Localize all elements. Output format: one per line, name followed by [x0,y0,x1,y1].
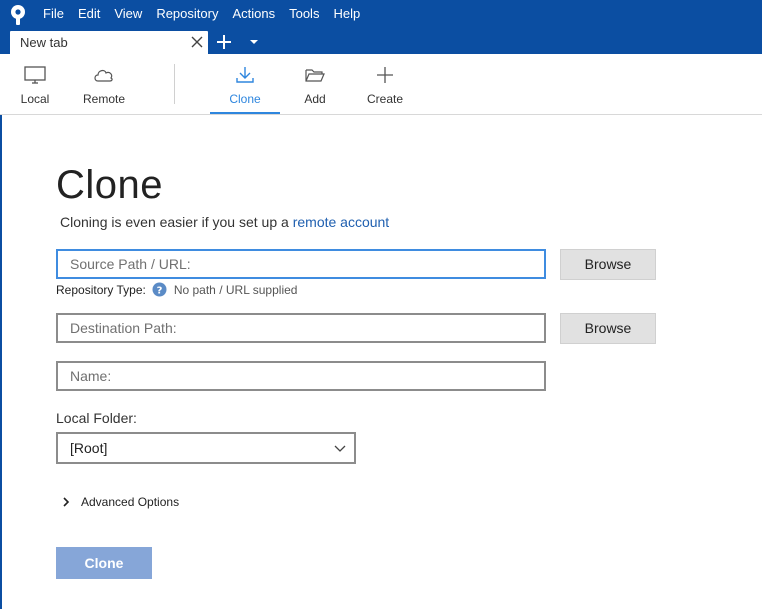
toolbar-add-label: Add [304,92,326,106]
folder-open-icon [305,69,325,82]
toolbar-clone-button[interactable]: Clone [210,54,280,114]
close-icon[interactable] [190,35,204,49]
subtitle-text: Cloning is even easier if you set up a [60,214,293,230]
plus-icon [377,67,393,83]
browse-source-button[interactable]: Browse [560,249,656,280]
new-tab-plus-icon[interactable] [216,34,232,50]
source-path-input[interactable] [58,251,544,277]
repository-type-label: Repository Type: [56,282,146,297]
title-bar: File Edit View Repository Actions Tools … [0,0,762,28]
local-folder-value: [Root] [70,440,108,456]
source-path-field[interactable] [56,249,546,279]
toolbar-remote-label: Remote [82,92,126,106]
repository-type-value: No path / URL supplied [173,282,298,297]
toolbar-add-button[interactable]: Add [294,54,336,114]
menu-view[interactable]: View [107,0,149,28]
chevron-right-icon [63,497,70,507]
download-icon [236,67,254,83]
toolbar-clone-label: Clone [229,92,261,106]
toolbar-create-label: Create [366,92,404,106]
menu-actions[interactable]: Actions [225,0,282,28]
tab-title: New tab [20,35,68,50]
toolbar: Local Remote Clone Add Create [0,54,762,115]
menu-edit[interactable]: Edit [71,0,107,28]
tab-new-tab[interactable]: New tab [10,31,208,54]
repository-type: Repository Type: ? No path / URL supplie… [56,282,297,297]
page-title: Clone [56,163,164,207]
subtitle: Cloning is even easier if you set up a r… [60,214,389,230]
destination-path-input[interactable] [58,315,544,341]
window-left-edge [0,115,2,609]
tab-strip: New tab [0,28,762,54]
name-input[interactable] [58,363,544,389]
menu-help[interactable]: Help [326,0,367,28]
advanced-options-toggle[interactable]: Advanced Options [62,494,179,510]
sourcetree-logo-icon[interactable] [8,4,28,26]
toolbar-local-button[interactable]: Local [14,54,56,114]
toolbar-remote-button[interactable]: Remote [80,54,128,114]
local-folder-select[interactable]: [Root] [56,432,356,464]
cloud-icon [94,69,113,82]
question-circle-icon[interactable]: ? [152,282,167,297]
name-field[interactable] [56,361,546,391]
chevron-down-icon [334,445,346,452]
advanced-options-label: Advanced Options [81,495,180,509]
menu-tools[interactable]: Tools [282,0,326,28]
clone-button[interactable]: Clone [56,547,152,579]
toolbar-local-label: Local [20,92,50,106]
destination-path-field[interactable] [56,313,546,343]
menu-file[interactable]: File [36,0,71,28]
caret-down-icon[interactable] [248,38,260,46]
browse-destination-button[interactable]: Browse [560,313,656,344]
monitor-icon [24,66,46,84]
remote-account-link[interactable]: remote account [293,214,390,230]
active-tab-indicator [210,112,280,114]
menu-bar: File Edit View Repository Actions Tools … [36,0,367,28]
menu-repository[interactable]: Repository [149,0,225,28]
toolbar-separator [174,64,175,104]
svg-text:?: ? [156,286,162,297]
local-folder-label: Local Folder: [56,410,137,426]
toolbar-create-button[interactable]: Create [362,54,408,114]
